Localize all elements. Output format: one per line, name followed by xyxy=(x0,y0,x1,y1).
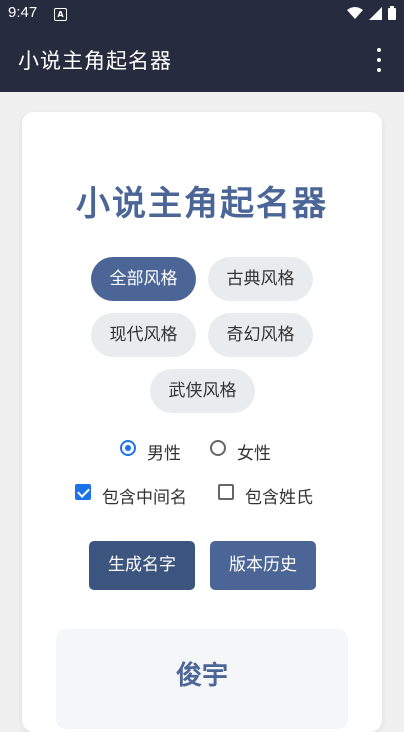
surname-checkbox[interactable] xyxy=(218,484,234,500)
status-icons xyxy=(347,6,396,20)
style-chip-modern[interactable]: 现代风格 xyxy=(91,313,196,357)
style-chip-classical[interactable]: 古典风格 xyxy=(208,257,313,301)
more-vert-icon[interactable] xyxy=(370,48,388,72)
middle-name-label: 包含中间名 xyxy=(102,488,187,508)
app-title: 小说主角起名器 xyxy=(18,49,172,73)
wifi-icon xyxy=(347,7,363,19)
app-bar: 小说主角起名器 xyxy=(0,28,404,92)
notification-icon: A xyxy=(54,8,67,21)
status-bar: 9:47 A xyxy=(0,0,404,28)
gender-radio-male[interactable] xyxy=(120,440,136,456)
signal-icon xyxy=(369,6,382,20)
page-title: 小说主角起名器 xyxy=(76,184,328,224)
battery-icon xyxy=(388,6,396,20)
gender-label-male: 男性 xyxy=(147,444,181,464)
style-chip-all[interactable]: 全部风格 xyxy=(91,257,196,301)
history-button[interactable]: 版本历史 xyxy=(210,541,316,590)
generated-name: 俊宇 xyxy=(175,661,228,691)
gender-label-female: 女性 xyxy=(237,444,271,464)
result-card: 俊宇 xyxy=(56,629,348,729)
style-chip-wuxia[interactable]: 武侠风格 xyxy=(150,369,255,413)
generate-button[interactable]: 生成名字 xyxy=(89,541,195,590)
middle-name-checkbox[interactable] xyxy=(75,484,91,500)
surname-label: 包含姓氏 xyxy=(245,488,313,508)
style-chip-fantasy[interactable]: 奇幻风格 xyxy=(208,313,313,357)
status-time: 9:47 xyxy=(8,4,38,21)
gender-radio-female[interactable] xyxy=(210,440,226,456)
